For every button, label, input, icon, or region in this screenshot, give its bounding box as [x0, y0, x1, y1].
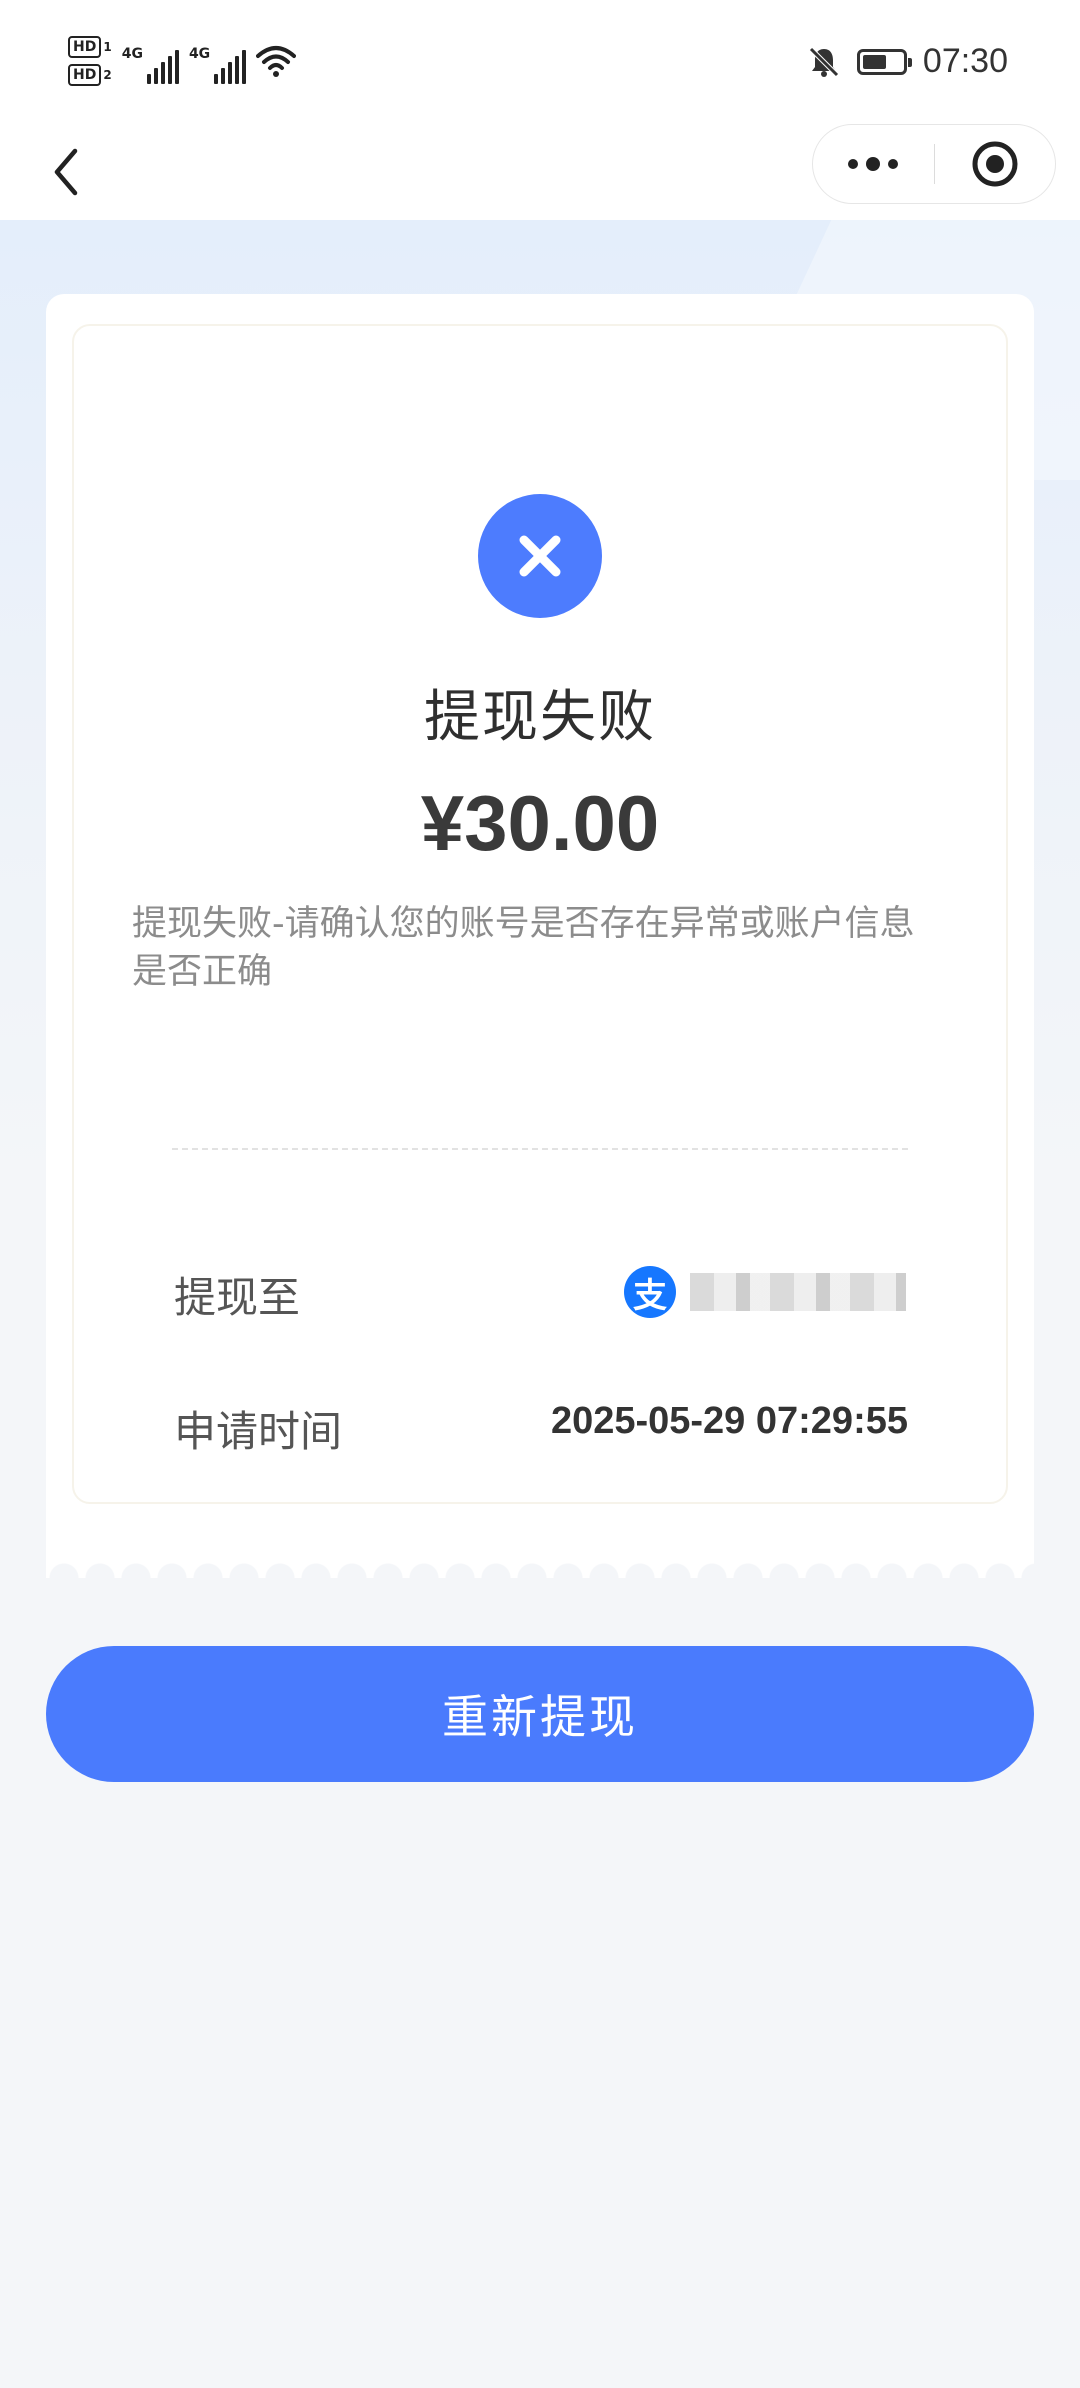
status-right: 07:30	[807, 42, 1008, 81]
back-button[interactable]	[30, 136, 102, 208]
signal-2: 4G	[189, 38, 247, 84]
status-bar: HD 1 HD 2 4G 4G 07:30	[0, 0, 1080, 124]
hd-badge-1: HD 1	[68, 36, 112, 58]
card-scallop-edge	[46, 1556, 1034, 1578]
failure-message: 提现失败-请确认您的账号是否存在异常或账户信息是否正确	[132, 904, 915, 992]
close-mini-program-button[interactable]	[935, 125, 1056, 203]
battery-icon	[856, 48, 912, 75]
hd-badges: HD 1 HD 2	[68, 36, 112, 86]
signal-bars-icon	[146, 50, 179, 84]
withdraw-account: 支	[624, 1266, 906, 1318]
result-title: 提现失败	[424, 685, 656, 750]
more-button[interactable]	[813, 125, 934, 203]
signal-1: 4G	[122, 38, 179, 84]
withdraw-to-label: 提现至	[174, 1273, 301, 1322]
apply-time-label: 申请时间	[174, 1407, 343, 1456]
clock: 07:30	[922, 42, 1008, 80]
nav-bar	[0, 124, 1080, 220]
bell-off-icon	[809, 46, 839, 77]
hd-badge-2: HD 2	[68, 64, 112, 86]
chevron-left-icon	[54, 148, 78, 196]
fail-status-icon	[478, 494, 602, 618]
more-dots-icon	[848, 157, 899, 171]
signal-bars-icon	[214, 50, 247, 84]
wifi-icon	[256, 46, 297, 77]
close-x-icon	[519, 535, 561, 577]
status-indicators: HD 1 HD 2 4G 4G	[68, 36, 297, 86]
retry-withdraw-button[interactable]: 重新提现	[46, 1646, 1034, 1782]
alipay-icon: 支	[624, 1266, 676, 1318]
dashed-divider	[172, 1148, 908, 1150]
apply-time-value: 2025-05-29 07:29:55	[550, 1400, 908, 1442]
withdraw-amount: ¥30.00	[420, 779, 660, 867]
masked-account-name	[690, 1273, 906, 1311]
target-circle-icon	[972, 141, 1018, 187]
mini-program-capsule	[812, 124, 1056, 204]
